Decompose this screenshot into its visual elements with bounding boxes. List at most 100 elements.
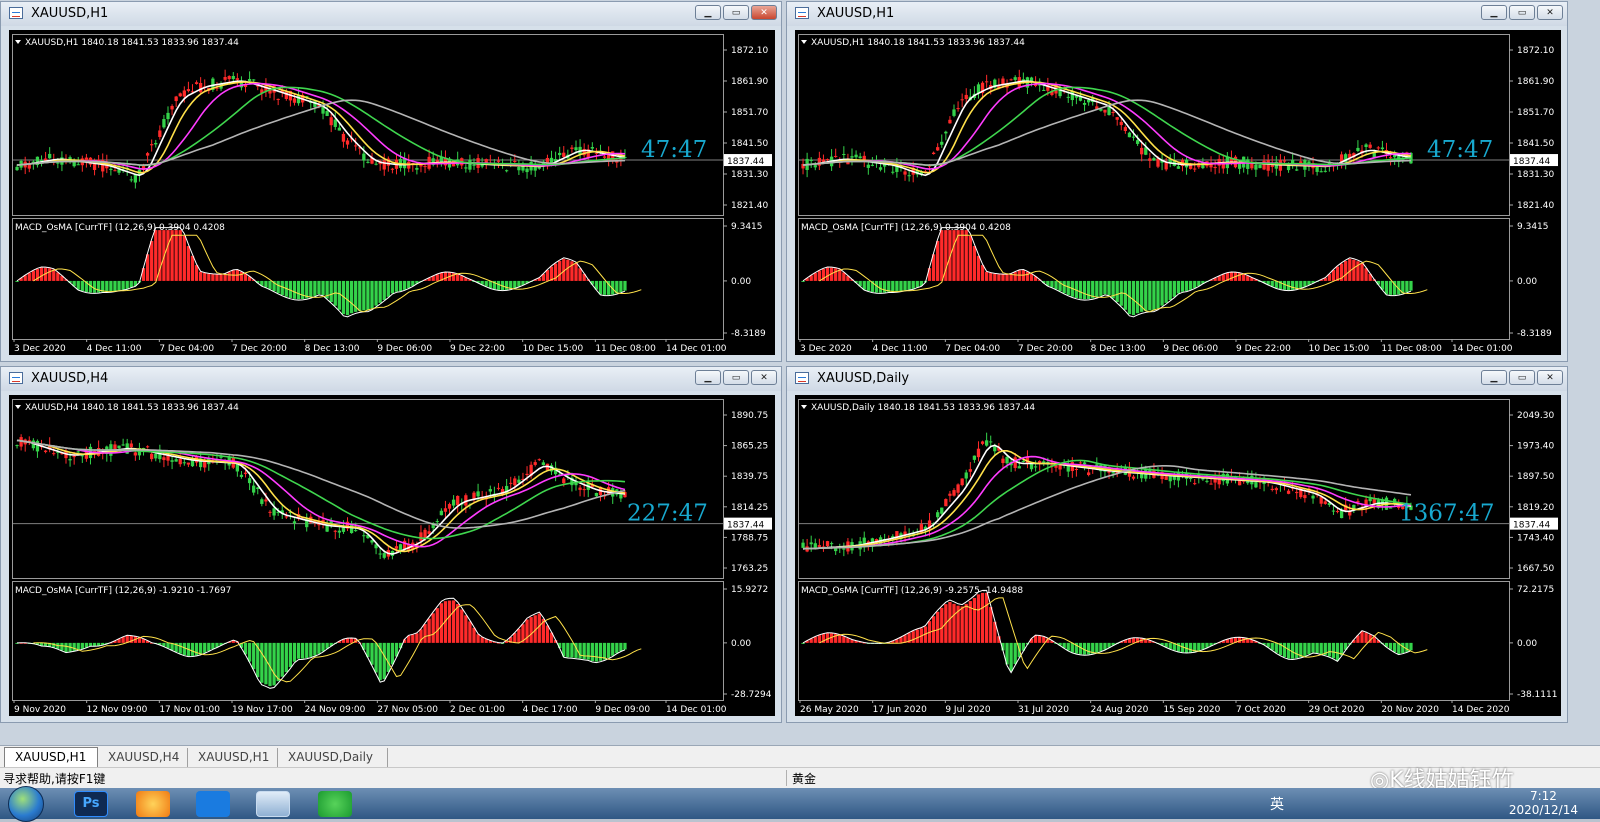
price-and-macd-chart[interactable]: XAUUSD,H4 1840.18 1841.53 1833.96 1837.4… — [9, 395, 775, 716]
current-price-label: 1837.44 — [1513, 521, 1550, 531]
photoshop-icon[interactable]: Ps — [74, 791, 108, 817]
candle-body — [1205, 480, 1209, 482]
browser-icon[interactable] — [136, 791, 170, 817]
clock[interactable]: 7:12 2020/12/14 — [1509, 789, 1578, 817]
chart-area[interactable]: XAUUSD,H4 1840.18 1841.53 1833.96 1837.4… — [9, 395, 775, 716]
time-axis-label: 26 May 2020 — [800, 705, 859, 715]
macd-axis-label: 15.9272 — [731, 585, 768, 595]
time-axis-label: 3 Dec 2020 — [14, 344, 66, 354]
close-button[interactable]: ✕ — [1537, 5, 1563, 20]
price-panel-frame — [798, 34, 1510, 216]
macd-histogram-bar — [80, 280, 84, 291]
maximize-button[interactable]: ▭ — [723, 370, 749, 385]
window-titlebar[interactable]: XAUUSD,H1 ▁ ▭ ✕ — [787, 2, 1567, 26]
candle-body — [133, 452, 137, 456]
candle-body — [1193, 483, 1197, 485]
price-and-macd-chart[interactable]: XAUUSD,Daily 1840.18 1841.53 1833.96 183… — [795, 395, 1561, 716]
macd-histogram-bar — [27, 272, 31, 281]
window-titlebar[interactable]: XAUUSD,H4 ▁ ▭ ✕ — [1, 367, 781, 391]
chart-window-xauusd-h1-b[interactable]: XAUUSD,H1 ▁ ▭ ✕ XAUUSD,H1 1840.18 1841.53 … — [786, 1, 1568, 362]
maximize-button[interactable]: ▭ — [723, 5, 749, 20]
moving-average-line-3 — [16, 439, 626, 548]
macd-label: MACD_OsMA [CurrTF] (12,26,9) -9.2575 -14… — [801, 586, 1023, 596]
close-button[interactable]: ✕ — [751, 370, 777, 385]
current-price-label: 1837.44 — [727, 157, 764, 167]
window-title: XAUUSD,H4 — [31, 371, 109, 386]
price-axis-label: 1839.75 — [731, 472, 768, 482]
macd-histogram-bar — [1168, 642, 1172, 650]
candle-body — [260, 499, 264, 504]
ime-indicator[interactable]: 英 — [1270, 794, 1284, 814]
maximize-button[interactable]: ▭ — [1509, 5, 1535, 20]
macd-histogram-bar — [88, 642, 93, 647]
macd-axis-label: 0.00 — [1517, 639, 1537, 649]
macd-histogram-bar — [590, 642, 594, 662]
start-button[interactable] — [8, 786, 44, 822]
candle-body — [150, 453, 154, 460]
tab-xauusd-h1-a[interactable]: XAUUSD,H1 — [4, 747, 98, 768]
macd-histogram-bar — [56, 272, 60, 281]
status-symbol: 黄金 — [792, 772, 817, 786]
minimize-button[interactable]: ▁ — [695, 370, 721, 385]
price-axis-label: 1851.70 — [1517, 108, 1554, 118]
maximize-button[interactable]: ▭ — [1509, 370, 1535, 385]
candle-body — [1066, 96, 1070, 98]
tab-xauusd-h1-b[interactable]: XAUUSD,H1 — [188, 748, 278, 767]
macd-histogram-bar — [529, 617, 533, 643]
macd-histogram-bar — [1009, 642, 1013, 672]
time-axis-label: 8 Dec 13:00 — [1091, 344, 1146, 354]
chart-area[interactable]: XAUUSD,H1 1840.18 1841.53 1833.96 1837.4… — [9, 30, 775, 355]
candle-body — [150, 144, 154, 146]
macd-histogram-bar — [182, 642, 186, 656]
info-dropdown-icon — [15, 405, 21, 409]
minimize-button[interactable]: ▁ — [695, 5, 721, 20]
candle-body — [1311, 495, 1315, 499]
tab-xauusd-h4[interactable]: XAUUSD,H4 — [98, 748, 188, 767]
candle-body — [276, 98, 280, 100]
candle-body — [1082, 462, 1087, 465]
macd-histogram-bar — [394, 280, 399, 292]
macd-histogram-bar — [121, 280, 125, 290]
macd-histogram-bar — [166, 230, 170, 281]
macd-histogram-bar — [484, 280, 488, 287]
minimize-button[interactable]: ▁ — [1481, 370, 1507, 385]
macd-histogram-bar — [960, 606, 964, 643]
window-titlebar[interactable]: XAUUSD,Daily ▁ ▭ ✕ — [787, 367, 1567, 391]
macd-histogram-bar — [1144, 280, 1148, 311]
macd-histogram-bar — [1062, 280, 1066, 294]
chart-window-xauusd-h1-a[interactable]: XAUUSD,H1 ▁ ▭ ✕ XAUUSD,H1 1840.18 1841.53 … — [0, 1, 782, 362]
candle-body — [1013, 457, 1017, 468]
candle-body — [496, 160, 501, 162]
tab-xauusd-daily[interactable]: XAUUSD,Daily — [278, 748, 388, 767]
macd-histogram-bar — [834, 268, 838, 281]
candle-body — [891, 171, 895, 173]
macd-histogram-bar — [378, 280, 382, 303]
app-icon[interactable] — [196, 791, 230, 817]
macd-histogram-bar — [1295, 642, 1299, 659]
minimize-button[interactable]: ▁ — [1481, 5, 1507, 20]
macd-histogram-bar — [817, 270, 821, 281]
macd-histogram-bar — [1360, 262, 1364, 281]
clock-date: 2020/12/14 — [1508, 803, 1578, 817]
window-titlebar[interactable]: XAUUSD,H1 ▁ ▭ ✕ — [1, 2, 781, 26]
macd-histogram-bar — [460, 609, 464, 643]
candle-body — [113, 170, 117, 172]
price-and-macd-chart[interactable]: XAUUSD,H1 1840.18 1841.53 1833.96 1837.4… — [9, 30, 775, 355]
macd-histogram-bar — [1229, 638, 1234, 643]
candle-body — [537, 459, 541, 461]
macd-histogram-bar — [476, 634, 480, 643]
candle-body — [354, 145, 358, 147]
chart-window-xauusd-daily[interactable]: XAUUSD,Daily ▁ ▭ ✕ XAUUSD,Daily 1840.18 18… — [786, 366, 1568, 723]
time-axis-label: 31 Jul 2020 — [1018, 705, 1069, 715]
candle-body — [419, 164, 423, 167]
time-axis-label: 12 Nov 09:00 — [87, 705, 148, 715]
wechat-icon[interactable] — [318, 791, 352, 817]
close-button[interactable]: ✕ — [1537, 370, 1563, 385]
chart-window-xauusd-h4[interactable]: XAUUSD,H4 ▁ ▭ ✕ XAUUSD,H4 1840.18 1841.53 … — [0, 366, 782, 723]
close-button[interactable]: ✕ — [751, 5, 777, 20]
terminal-icon[interactable] — [256, 791, 290, 817]
chart-area[interactable]: XAUUSD,H1 1840.18 1841.53 1833.96 1837.4… — [795, 30, 1561, 355]
time-axis-label: 3 Dec 2020 — [800, 344, 852, 354]
chart-area[interactable]: XAUUSD,Daily 1840.18 1841.53 1833.96 183… — [795, 395, 1561, 716]
price-and-macd-chart[interactable]: XAUUSD,H1 1840.18 1841.53 1833.96 1837.4… — [795, 30, 1561, 355]
